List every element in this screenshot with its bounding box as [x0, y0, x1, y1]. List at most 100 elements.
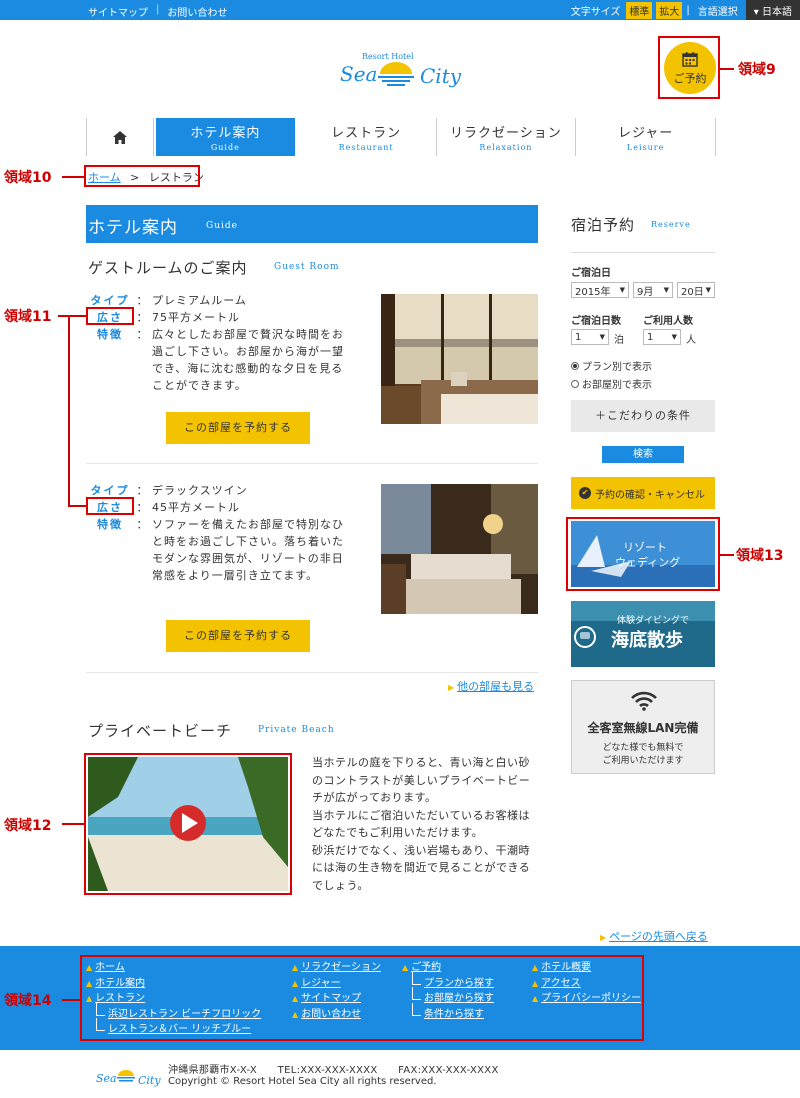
nav-restaurant[interactable]: レストラン Restaurant: [297, 118, 437, 156]
logo-city: City: [420, 64, 462, 88]
footer-logo-sea: Sea: [96, 1072, 117, 1085]
site-logo[interactable]: Resort Hotel Sea City: [340, 42, 462, 96]
section-subtitle: Guide: [206, 221, 238, 231]
nav-sublabel: Restaurant: [338, 143, 394, 152]
feature-line: モダンな雰囲気が、リゾートの非日: [152, 552, 344, 565]
radio-empty-icon: [571, 379, 579, 388]
sitemap-link[interactable]: サイトマップ: [88, 4, 148, 19]
conditions-button[interactable]: ＋こだわりの条件: [571, 400, 715, 432]
nav-leisure[interactable]: レジャー Leisure: [576, 118, 716, 156]
sidebar-divider: [571, 252, 715, 253]
beach-line: チが広がっております。: [312, 791, 437, 804]
colon: ：: [136, 311, 148, 324]
annotation-line-10: [62, 176, 84, 178]
wifi-description: どなた様でも無料で ご利用いただけます: [572, 742, 714, 768]
room-divider: [86, 463, 538, 464]
annotation-box-9: [658, 36, 720, 99]
top-controls: 文字サイズ 標準 拡大 | 言語選択 ▾ 日本語: [571, 0, 800, 20]
nav-sublabel: Guide: [210, 143, 240, 152]
annotation-line-12: [62, 823, 84, 825]
reserve-subtitle: Reserve: [651, 220, 691, 229]
radio-plan[interactable]: プラン別で表示: [571, 358, 652, 373]
guests-select[interactable]: 1 ▼: [643, 329, 681, 345]
triangle-icon: ▶: [448, 683, 455, 692]
guest-room-title: ゲストルームのご案内: [88, 259, 248, 277]
chevron-down-icon: ▼: [663, 286, 669, 294]
annotation-line-11: [68, 315, 70, 507]
chevron-down-icon: ▼: [705, 286, 711, 294]
more-rooms-link[interactable]: ▶ 他の部屋も見る: [448, 678, 534, 694]
deluxe-twin-photo: [381, 484, 538, 614]
colon: ：: [136, 328, 148, 341]
book-room-button[interactable]: この部屋を予約する: [166, 412, 310, 444]
feature-label: 特徴: [97, 518, 123, 531]
wifi-info-box: 全客室無線LAN完備 どなた様でも無料で ご利用いただけます: [571, 680, 715, 774]
sun-icon: [378, 62, 414, 86]
language-select[interactable]: ▾ 日本語: [745, 0, 800, 20]
beach-description: 当ホテルの庭を下りると、青い海と白い砂 のコントラストが美しいプライベートビー …: [312, 754, 540, 894]
radio-selected-icon: [571, 361, 579, 370]
nav-guide[interactable]: ホテル案内 Guide: [156, 118, 295, 156]
home-icon: [113, 130, 127, 144]
nights-value: 1: [575, 331, 582, 343]
font-size-label: 文字サイズ: [570, 6, 621, 18]
contact-link[interactable]: お問い合わせ: [167, 4, 227, 19]
diving-banner[interactable]: 体験ダイビングで 海底散歩: [571, 601, 715, 667]
page-top-label: ページの先頭へ戻る: [609, 930, 708, 943]
wifi-icon: [631, 691, 657, 711]
search-button[interactable]: 検索: [602, 446, 684, 463]
room-size: 45平方メートル: [152, 501, 240, 514]
separator: |: [156, 4, 160, 15]
colon: ：: [136, 518, 148, 531]
chevron-down-icon: ▼: [671, 333, 677, 341]
nav-relaxation[interactable]: リラクゼーション Relaxation: [437, 118, 577, 156]
chevron-down-icon: ▼: [619, 286, 625, 294]
feature-line: ことができます。: [152, 379, 247, 392]
beach-title: プライベートビーチ: [88, 722, 233, 740]
year-select[interactable]: 2015年 ▼: [571, 282, 629, 298]
annotation-box-12: [84, 753, 292, 895]
sun-icon: [117, 1070, 135, 1082]
annotation-line-11: [68, 505, 86, 507]
confirm-cancel-button[interactable]: ✔ 予約の確認・キャンセル: [571, 477, 715, 509]
footer-address: 沖縄県那覇市X-X-X TEL:XXX-XXX-XXXX FAX:XXX-XXX…: [168, 1065, 499, 1076]
beach-line: どなたでもご利用いただけます。: [312, 826, 484, 839]
annotation-label-10: 領域10: [4, 170, 52, 186]
nights-unit: 泊: [614, 335, 624, 346]
day-select[interactable]: 20日 ▼: [677, 282, 715, 298]
annotation-label-9: 領域9: [738, 62, 776, 78]
section-title: ホテル案内: [88, 218, 178, 238]
wifi-line: どなた様でも無料で: [602, 743, 684, 753]
month-select[interactable]: 9月 ▼: [633, 282, 673, 298]
guests-value: 1: [647, 331, 654, 343]
date-label: ご宿泊日: [571, 268, 611, 279]
section-banner: ホテル案内 Guide: [86, 205, 538, 243]
beach-line: でしょう。: [312, 878, 369, 892]
language-value: 日本語: [762, 7, 792, 18]
room-divider: [86, 672, 538, 673]
annotation-label-13: 領域13: [736, 548, 784, 564]
nav-home[interactable]: [86, 118, 154, 156]
language-label: 言語選択: [697, 6, 738, 18]
colon: ：: [136, 501, 148, 514]
room-type: デラックスツイン: [152, 484, 248, 497]
beach-line: のコントラストが美しいプライベートビー: [312, 773, 531, 787]
font-large-button[interactable]: 拡大: [656, 1, 683, 19]
annotation-line-14: [62, 999, 80, 1001]
top-links: サイトマップ | お問い合わせ: [88, 4, 227, 19]
annotation-line-11: [58, 315, 68, 317]
page-top-link[interactable]: ▶ ページの先頭へ戻る: [600, 928, 708, 944]
room-item: タイプ：プレミアムルーム 広さ： 75平方メートル 特徴： 広々としたお部屋で贅沢…: [88, 292, 538, 452]
nav-sublabel: Relaxation: [479, 143, 533, 152]
diving-small-text: 体験ダイビングで: [617, 614, 689, 626]
guests-label: ご利用人数: [643, 316, 693, 327]
chevron-down-icon: ▼: [599, 333, 605, 341]
premium-room-photo: [381, 294, 538, 424]
logo-sea: Sea: [340, 62, 378, 86]
font-standard-button[interactable]: 標準: [626, 1, 653, 19]
book-room-button[interactable]: この部屋を予約する: [166, 620, 310, 652]
radio-room[interactable]: お部屋別で表示: [571, 376, 652, 391]
room-item: タイプ：デラックスツイン 広さ： 45平方メートル 特徴： ソファーを備えたお部屋…: [88, 482, 538, 652]
nights-select[interactable]: 1 ▼: [571, 329, 609, 345]
global-nav: ホテル案内 Guide レストラン Restaurant リラクゼーション Re…: [86, 118, 716, 156]
